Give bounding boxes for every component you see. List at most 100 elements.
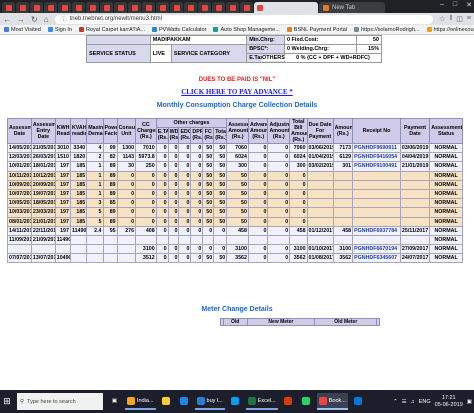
maximize-icon[interactable]: □: [453, 1, 457, 9]
table-cell: [352, 198, 401, 209]
table-cell: 95: [102, 225, 118, 236]
home-icon[interactable]: ⌂: [44, 15, 49, 24]
app-icon: [354, 396, 363, 405]
browser-tab[interactable]: [86, 2, 99, 13]
table-cell: 0: [247, 225, 269, 236]
table-cell: 18/01/2019: [30, 161, 56, 172]
close-icon[interactable]: ✕: [466, 1, 472, 9]
taskbar-app-button[interactable]: buy l...: [194, 393, 225, 410]
col-edc: EDC (Rs.): [178, 126, 192, 145]
task-view-icon[interactable]: ▣: [107, 393, 122, 410]
tab-favicon-icon: [187, 4, 194, 11]
browser-tab[interactable]: [30, 2, 43, 13]
pay-advance-link[interactable]: CLICK HERE TO PAY ADVANCE *: [0, 88, 474, 96]
table-cell: NORMAL: [429, 253, 463, 264]
browser-tab[interactable]: [184, 2, 197, 13]
browser-tab[interactable]: [212, 2, 225, 13]
bookmark-label: Sign In: [54, 26, 72, 33]
bookmark-star-icon[interactable]: ☆: [439, 15, 445, 23]
app-icon: [318, 396, 327, 405]
forward-arrow-icon[interactable]: →: [17, 15, 25, 24]
table-cell: 50: [202, 142, 215, 154]
taskbar-app-button[interactable]: [228, 393, 243, 410]
table-cell: [102, 244, 118, 255]
notifications-icon[interactable]: ▣: [467, 399, 472, 405]
browser-tab[interactable]: [170, 2, 183, 13]
system-tray: ⌃ ☰ ♫ ENG 17:21 05-06-2019 ▣: [393, 390, 472, 413]
etax-value: 0 % (CC + DPF + WD+RDFC): [283, 53, 383, 63]
taskbar-app-button[interactable]: [281, 393, 296, 410]
network-icon[interactable]: ☰: [402, 399, 407, 405]
browser-tab[interactable]: [226, 2, 239, 13]
url-field[interactable]: ⓘ tneb.tnebnet.org/newlt/menu3.html: [54, 14, 434, 24]
browser-tab[interactable]: [44, 2, 57, 13]
active-browser-tab[interactable]: [254, 2, 318, 13]
bookmark-item[interactable]: Sign In: [47, 26, 72, 33]
windows-start-icon[interactable]: ⊞: [0, 390, 14, 413]
browser-tab[interactable]: [128, 2, 141, 13]
bookmark-favicon-icon: [354, 27, 360, 32]
sidebar-icon[interactable]: ◫: [456, 15, 463, 23]
bookmark-item[interactable]: BSNL Payment Portal: [286, 27, 347, 33]
bookmark-item[interactable]: https://solarnoRodrigh...: [354, 27, 420, 33]
taskbar-app-button[interactable]: [299, 393, 314, 410]
table-cell: 08/01/2018: [7, 216, 32, 227]
taskbar-app-button[interactable]: [351, 393, 366, 410]
bookmark-item[interactable]: PVWatts Calculator: [151, 27, 206, 33]
taskbar-app-button[interactable]: [177, 393, 192, 410]
browser-tab[interactable]: [240, 2, 253, 13]
table-cell: [306, 234, 334, 246]
browser-tab[interactable]: [198, 2, 211, 13]
browser-tab[interactable]: [114, 2, 127, 13]
table-cell: [30, 244, 56, 255]
browser-tab[interactable]: [142, 2, 155, 13]
tab-favicon-icon: [159, 4, 166, 11]
chevron-up-icon[interactable]: ⌃: [393, 399, 398, 405]
reload-icon[interactable]: ↻: [31, 15, 38, 24]
table-cell: 10/01/2019: [7, 161, 32, 172]
bookmark-item[interactable]: Royal Carpet karrATiA...: [78, 27, 145, 33]
info-icon[interactable]: ⓘ: [61, 15, 67, 24]
app-icon: [196, 396, 205, 405]
table-cell: 10/12/2018: [30, 170, 56, 181]
table-cell: 0: [267, 225, 291, 236]
library-icon[interactable]: ‖: [449, 15, 452, 23]
browser-tab-strip: New Tab – □ ✕: [0, 0, 474, 13]
menu-icon[interactable]: ≡: [467, 15, 471, 23]
table-row: 10/05/201818/05/201819718538500000050505…: [7, 198, 463, 209]
browser-tab[interactable]: [16, 2, 29, 13]
tray-language[interactable]: ENG: [419, 399, 431, 405]
bookmark-item[interactable]: Most Visited: [4, 27, 41, 33]
table-cell: 276: [116, 225, 137, 236]
new-tab[interactable]: New Tab: [319, 2, 385, 13]
taskbar-app-button[interactable]: Book...: [316, 393, 348, 410]
table-cell: 0: [178, 225, 192, 236]
bookmark-item[interactable]: Auto Shop Manageme...: [213, 27, 280, 33]
table-row: 10/09/201820/09/201819718518900000050505…: [7, 179, 463, 190]
table-cell: 301: [332, 161, 354, 172]
browser-tab[interactable]: [2, 2, 15, 13]
back-arrow-icon[interactable]: ←: [3, 15, 11, 24]
table-cell: 19/07/2018: [30, 188, 56, 200]
taskbar-app-button[interactable]: Excel...: [245, 393, 278, 410]
taskbar-search-box[interactable]: ⚲ Type here to search: [17, 393, 103, 410]
clock[interactable]: 17:21 05-06-2019: [435, 395, 463, 409]
table-cell: 5: [86, 216, 104, 227]
table-cell: 197: [54, 179, 71, 190]
taskbar-app-button[interactable]: India...: [125, 393, 156, 410]
table-row: 10/01/201918/01/201919718518930250000050…: [7, 161, 463, 172]
bookmark-item[interactable]: https://onlinecourses...: [426, 27, 474, 33]
volume-icon[interactable]: ♫: [411, 399, 415, 405]
browser-tab[interactable]: [58, 2, 71, 13]
table-cell: 0: [167, 161, 180, 172]
table-cell: 0: [202, 225, 215, 236]
table-cell: 22/11/2017: [30, 225, 56, 236]
table-cell: 1143: [116, 152, 137, 163]
browser-tab[interactable]: [72, 2, 85, 13]
taskbar-app-button[interactable]: [159, 393, 174, 410]
table-cell: 185: [69, 207, 88, 218]
browser-tab[interactable]: [156, 2, 169, 13]
minimize-icon[interactable]: –: [440, 1, 444, 9]
browser-tab[interactable]: [100, 2, 113, 13]
table-cell: 0: [190, 216, 204, 227]
